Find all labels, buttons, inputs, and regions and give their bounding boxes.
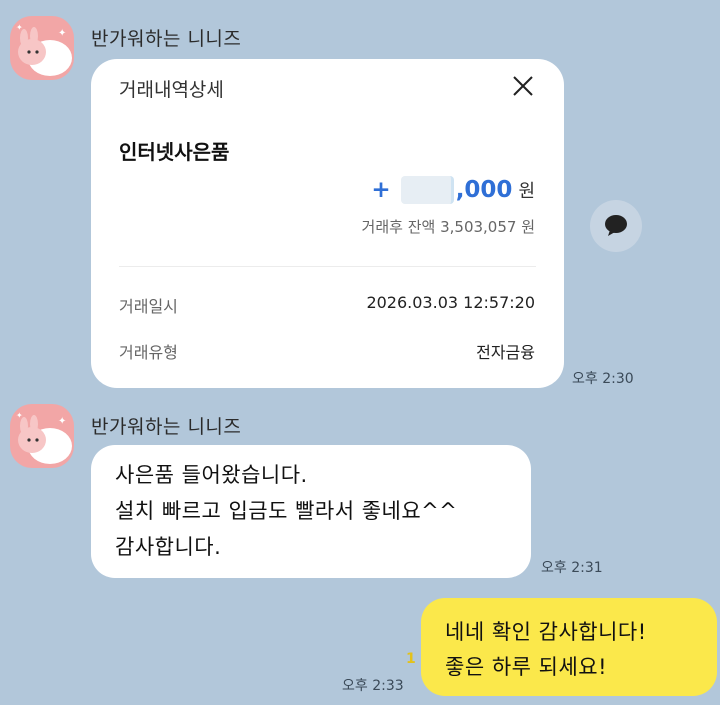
amount-redacted-mask	[400, 176, 454, 204]
amount-currency: 원	[518, 181, 535, 202]
message-time: 오후 2:31	[541, 560, 603, 576]
type-label: 거래유형	[119, 343, 178, 362]
transaction-kind: 인터넷사은품	[119, 140, 230, 164]
message-line: 감사합니다.	[115, 535, 222, 559]
sent-message-bubble[interactable]: 네네 확인 감사합니다! 좋은 하루 되세요!	[421, 598, 717, 696]
message-line: 좋은 하루 되세요!	[445, 655, 608, 679]
type-value: 전자금융	[476, 343, 535, 362]
sender-avatar[interactable]: ✦ ✦	[10, 404, 74, 468]
message-line: 사은품 들어왔습니다.	[115, 463, 308, 487]
card-divider	[119, 266, 536, 267]
sender-name: 반가워하는 니니즈	[91, 416, 242, 438]
balance-after: 거래후 잔액 3,503,057 원	[361, 218, 535, 236]
message-time: 오후 2:33	[342, 678, 404, 694]
share-button[interactable]	[590, 200, 642, 252]
message-line: 네네 확인 감사합니다!	[445, 620, 647, 644]
svg-text:✦: ✦	[16, 23, 23, 32]
datetime-label: 거래일시	[119, 297, 178, 316]
sender-avatar[interactable]: ✦ ✦	[10, 16, 74, 80]
close-icon[interactable]	[510, 73, 536, 99]
datetime-value: 2026.03.03 12:57:20	[366, 293, 535, 312]
message-time: 오후 2:30	[572, 371, 634, 387]
received-message-bubble[interactable]: 사은품 들어왔습니다. 설치 빠르고 입금도 빨라서 좋네요^^ 감사합니다.	[91, 445, 531, 578]
transaction-amount: + ,000 원	[371, 173, 535, 207]
svg-text:✦: ✦	[16, 411, 23, 420]
svg-text:✦: ✦	[58, 28, 66, 39]
card-title: 거래내역상세	[119, 79, 224, 101]
amount-digits: ,000	[455, 177, 513, 203]
unread-count: 1	[406, 651, 416, 667]
transaction-detail-card[interactable]: 거래내역상세 인터넷사은품 + ,000 원 거래후 잔액 3,503,057 …	[91, 59, 564, 388]
svg-text:✦: ✦	[58, 416, 66, 427]
speech-bubble-icon	[605, 215, 627, 236]
sender-name: 반가워하는 니니즈	[91, 28, 242, 50]
amount-sign: +	[371, 177, 391, 203]
message-line: 설치 빠르고 입금도 빨라서 좋네요^^	[115, 499, 458, 523]
